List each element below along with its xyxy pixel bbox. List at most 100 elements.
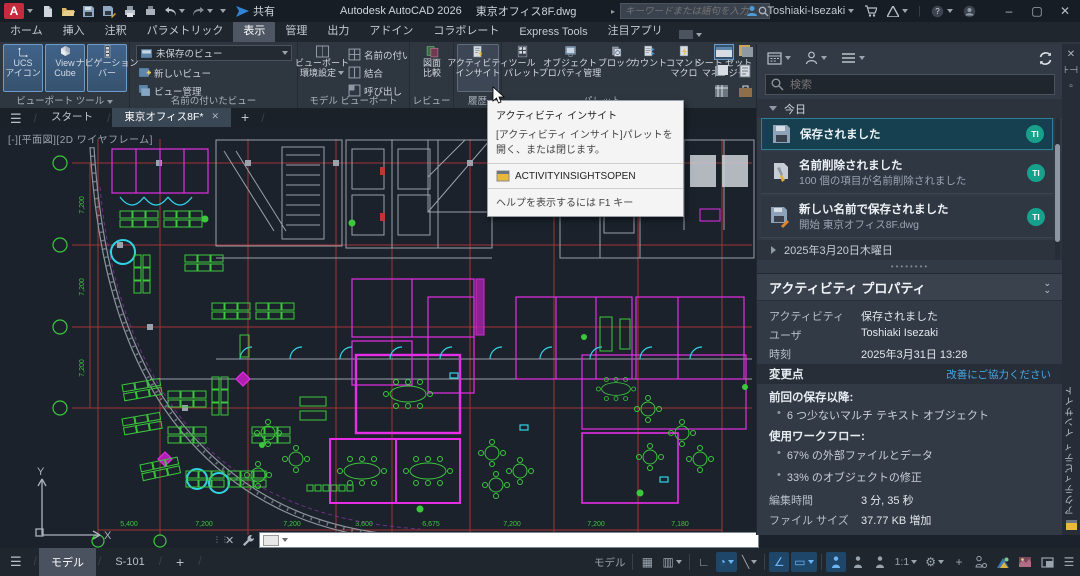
close-button[interactable]: ✕ [1056,4,1074,18]
palette-close-icon[interactable]: ✕ [1067,47,1075,63]
isolate-objects-button[interactable] [971,552,991,572]
event-filter-button[interactable] [841,52,865,64]
tab-manage[interactable]: 管理 [275,19,317,42]
qat-customize-caret-icon[interactable] [220,9,226,13]
palette-properties-icon[interactable]: ▫ [1069,79,1073,95]
command-line[interactable]: ⋮⋮ ✕ [213,531,759,549]
tab-addins[interactable]: アドイン [359,19,423,42]
palette-toggle-5[interactable] [714,84,730,103]
tool-palettes-button[interactable]: ツールパレット [504,44,540,92]
ucs-icon-toggle-button[interactable]: UCSアイコン [3,44,43,92]
annotation-visibility-toggle[interactable] [826,552,846,572]
tab-collaborate[interactable]: コラボレート [423,19,509,42]
command-macros-button[interactable]: コマンドマクロ [666,44,702,92]
named-viewports-button[interactable]: 名前の付いたビューポート [348,47,408,62]
model-paper-toggle[interactable]: モデル [591,552,629,572]
command-line-grip[interactable]: ⋮⋮ [213,538,221,542]
open-file-icon[interactable] [61,5,75,18]
palette-search-box[interactable] [765,74,1055,95]
activity-properties-header[interactable]: アクティビティ プロパティ ⌄⌄ [757,273,1063,301]
command-line-close-icon[interactable]: ✕ [221,534,238,547]
activity-item-saved-as[interactable]: 新しい名前で保存されました 開始 東京オフィス8F.dwg TI [761,196,1053,238]
account-avatar-icon[interactable] [963,5,976,18]
graphics-performance-button[interactable] [993,552,1013,572]
palette-toggle-4[interactable] [738,64,752,83]
drawing-compare-button[interactable]: 図面比較 [412,44,452,92]
annotation-scale-value[interactable]: 1:1 [892,552,921,572]
clean-screen-hw-button[interactable] [1015,552,1035,572]
tab-express-tools[interactable]: Express Tools [509,23,597,42]
restore-button[interactable]: ▢ [1028,4,1046,18]
tab-view[interactable]: 表示 [233,19,275,42]
blocks-palette-button[interactable]: ブロック [600,44,632,92]
command-dropdown-caret-icon[interactable] [282,538,288,542]
new-view-button[interactable]: 新しいビュー [138,65,211,80]
activity-item-purged[interactable]: 名前削除されました 100 個の項目が名前削除されました TI [761,152,1053,194]
palette-toggle-2[interactable] [738,44,754,63]
autoscale-to​ggle[interactable] [848,552,868,572]
model-layout-tab[interactable]: モデル [39,548,96,576]
collapse-chevrons-icon[interactable]: ⌄⌄ [1043,280,1051,294]
layout-tabs-menu-icon[interactable]: ☰ [0,554,32,570]
new-layout-button[interactable]: + [164,548,196,576]
tab-insert[interactable]: 挿入 [53,19,95,42]
workspace-switching-button[interactable]: ⚙ [922,552,947,572]
ortho-mode-toggle[interactable]: ∟ [694,552,714,572]
activity-insights-button[interactable]: アクティビティインサイト [457,44,499,92]
autodesk-app-menu[interactable] [887,6,908,17]
command-input-field[interactable] [259,532,759,548]
older-date-section[interactable]: 2025年3月20日木曜日 [757,240,1063,260]
tab-output[interactable]: 出力 [317,19,359,42]
save-icon[interactable] [82,5,95,18]
command-input[interactable] [291,535,755,546]
viewcube-toggle-button[interactable]: ViewCube [45,44,85,92]
activity-item-saved[interactable]: 保存されました TI [761,118,1053,150]
navigation-bar-toggle-button[interactable]: ナビゲーションバー [87,44,127,92]
palette-toggle-6[interactable] [738,84,753,103]
palette-search-input[interactable] [790,79,1049,91]
count-palette-button[interactable]: カウント [632,44,666,92]
customization-menu-button[interactable]: ☰ [1059,552,1079,572]
tab-annotate[interactable]: 注釈 [95,19,137,42]
tab-featured-apps[interactable]: 注目アプリ [598,19,673,42]
customize-wrench-icon[interactable] [242,534,255,547]
viewport-controls-label[interactable]: [-][平面図][2D ワイヤフレーム] [8,131,153,146]
snap-mode-toggle[interactable]: ▥ [659,552,684,572]
drawing-tab[interactable]: 東京オフィス8F* ✕ [112,106,231,127]
object-snap-toggle[interactable]: ∠ [769,552,789,572]
properties-palette-button[interactable]: オブジェクトプロパティ管理 [542,44,598,92]
help-search-input[interactable] [621,6,758,17]
drawing-tab-close-icon[interactable]: ✕ [211,111,219,122]
refresh-button[interactable] [1038,51,1053,66]
tab-parametric[interactable]: パラメトリック [137,19,234,42]
layout-tab-s101[interactable]: S-101 [103,548,156,576]
grid-display-toggle[interactable]: ▦ [637,552,657,572]
polar-tracking-toggle[interactable]: ◔ [716,552,737,572]
user-filter-button[interactable] [805,51,827,65]
today-section-header[interactable]: 今日 [757,99,1063,118]
dynamic-input-toggle[interactable]: ▭ [791,552,816,572]
share-button[interactable]: 共有 [236,3,275,19]
tab-home[interactable]: ホーム [0,19,53,42]
help-menu[interactable]: ? [931,5,953,18]
object-snap-tracking-toggle[interactable]: ╲ [739,552,760,572]
palette-toggle-3[interactable] [714,64,730,83]
scrollbar-thumb[interactable] [1055,144,1060,242]
new-file-icon[interactable] [41,5,54,18]
active-palette-toggle[interactable] [714,44,734,60]
fullscreen-button[interactable] [1037,552,1057,572]
annotation-scale-icon[interactable] [870,552,890,572]
new-drawing-tab-button[interactable]: + [231,109,259,127]
date-filter-button[interactable] [767,51,791,65]
print-icon[interactable] [144,5,157,18]
plot-icon[interactable] [123,5,137,18]
palette-scrollbar[interactable] [1055,118,1060,260]
customization-plus-button[interactable]: + [949,552,969,572]
command-history-icon[interactable] [263,535,279,546]
minimize-button[interactable]: – [1000,4,1018,18]
viewport-configuration-button[interactable]: ビューポート環境設定 [300,44,344,92]
panel-label-viewport-tools[interactable]: ビューポート ツール [0,93,129,107]
undo-button[interactable] [164,6,185,17]
account-menu[interactable]: Toshiaki-Isezaki [768,5,855,17]
save-as-icon[interactable] [102,5,116,18]
